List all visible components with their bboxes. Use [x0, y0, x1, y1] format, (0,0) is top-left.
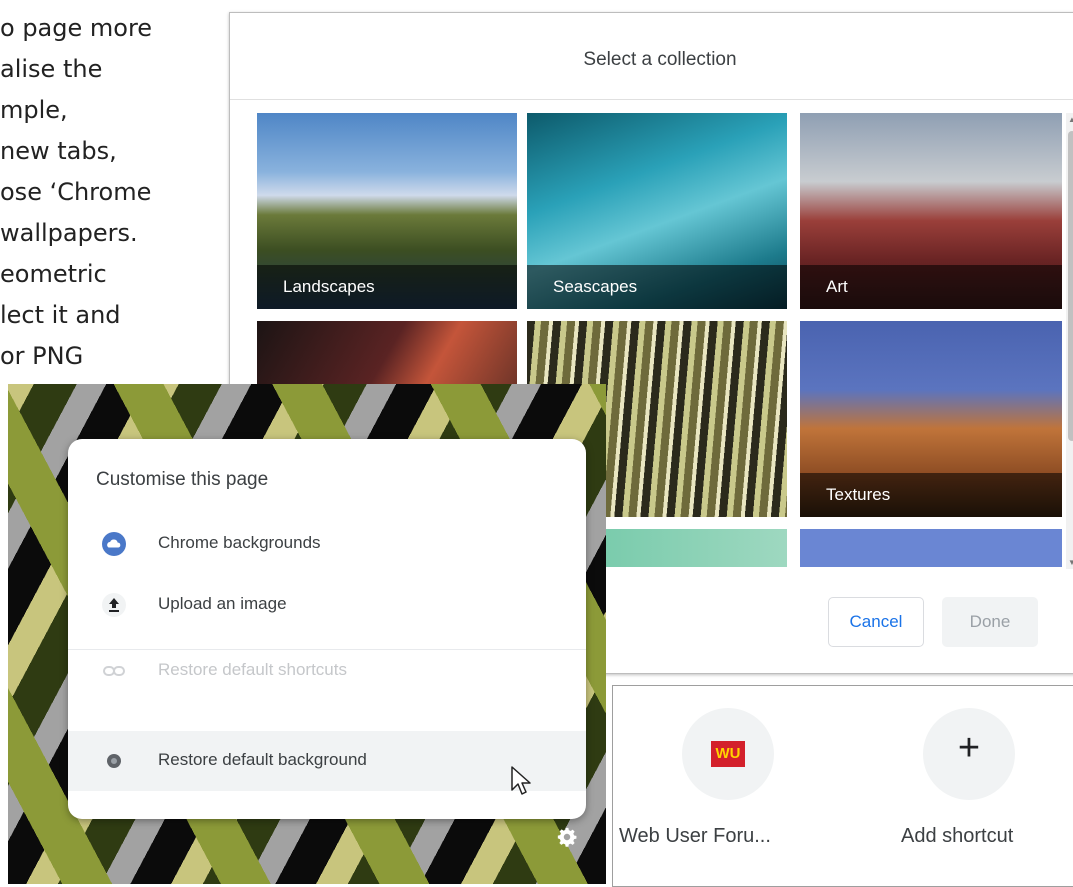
add-shortcut-button[interactable]: + [923, 708, 1015, 800]
collection-tile-landscapes[interactable]: Landscapes [257, 113, 517, 309]
collection-label: Textures [800, 473, 1062, 517]
collection-tile-seascapes[interactable]: Seascapes [527, 113, 787, 309]
scroll-thumb[interactable] [1068, 131, 1073, 441]
shortcut-label[interactable]: Web User Foru... [619, 825, 771, 848]
shortcut-web-user-forum[interactable]: WU [682, 708, 774, 800]
shortcuts-panel: WU Web User Foru... + Add shortcut [612, 685, 1073, 887]
mouse-cursor-icon [511, 766, 531, 795]
article-line: new tabs, [0, 137, 117, 165]
plus-icon: + [957, 727, 981, 769]
menu-item-restore-shortcuts: Restore default shortcuts [68, 641, 586, 701]
dialog-title: Select a collection [583, 49, 737, 70]
cancel-button[interactable]: Cancel [828, 597, 924, 647]
menu-item-label: Restore default background [158, 750, 367, 769]
collection-tile-textures[interactable]: Textures [800, 321, 1062, 517]
article-line: or PNG [0, 342, 84, 370]
scroll-up-arrow-icon[interactable]: ▲ [1066, 115, 1073, 124]
restore-background-icon [107, 754, 121, 768]
article-line: alise the [0, 55, 103, 83]
collection-label: Landscapes [257, 265, 517, 309]
upload-icon [102, 593, 126, 617]
web-user-logo-icon: WU [711, 741, 745, 767]
article-line: eometric [0, 260, 107, 288]
link-icon [103, 666, 125, 676]
menu-item-label: Upload an image [158, 594, 287, 613]
collection-label: Seascapes [527, 265, 787, 309]
collection-tile-art[interactable]: Art [800, 113, 1062, 309]
menu-title: Customise this page [96, 469, 269, 490]
gear-icon[interactable] [556, 826, 578, 848]
menu-item-label: Restore default shortcuts [158, 660, 347, 679]
menu-item-chrome-backgrounds[interactable]: Chrome backgrounds [68, 514, 586, 574]
customise-menu: Customise this page Chrome backgrounds U… [68, 439, 586, 819]
menu-item-label: Chrome backgrounds [158, 533, 321, 552]
article-line: wallpapers. [0, 219, 138, 247]
done-button[interactable]: Done [942, 597, 1038, 647]
shortcut-label[interactable]: Add shortcut [901, 825, 1013, 848]
article-text: o page more alise the mple, new tabs, os… [0, 8, 220, 377]
article-line: lect it and [0, 301, 121, 329]
dialog-divider [230, 99, 1073, 100]
menu-item-restore-background[interactable]: Restore default background [68, 731, 586, 791]
collection-label: Art [800, 265, 1062, 309]
collection-tile-blue[interactable] [800, 529, 1062, 567]
article-line: o page more [0, 14, 153, 42]
collection-scrollbar[interactable]: ▲ ▼ [1066, 113, 1073, 569]
cloud-icon [102, 532, 126, 556]
article-line: mple, [0, 96, 68, 124]
article-line: ose ‘Chrome [0, 178, 152, 206]
scroll-down-arrow-icon[interactable]: ▼ [1066, 558, 1073, 567]
menu-item-upload-image[interactable]: Upload an image [68, 575, 586, 635]
